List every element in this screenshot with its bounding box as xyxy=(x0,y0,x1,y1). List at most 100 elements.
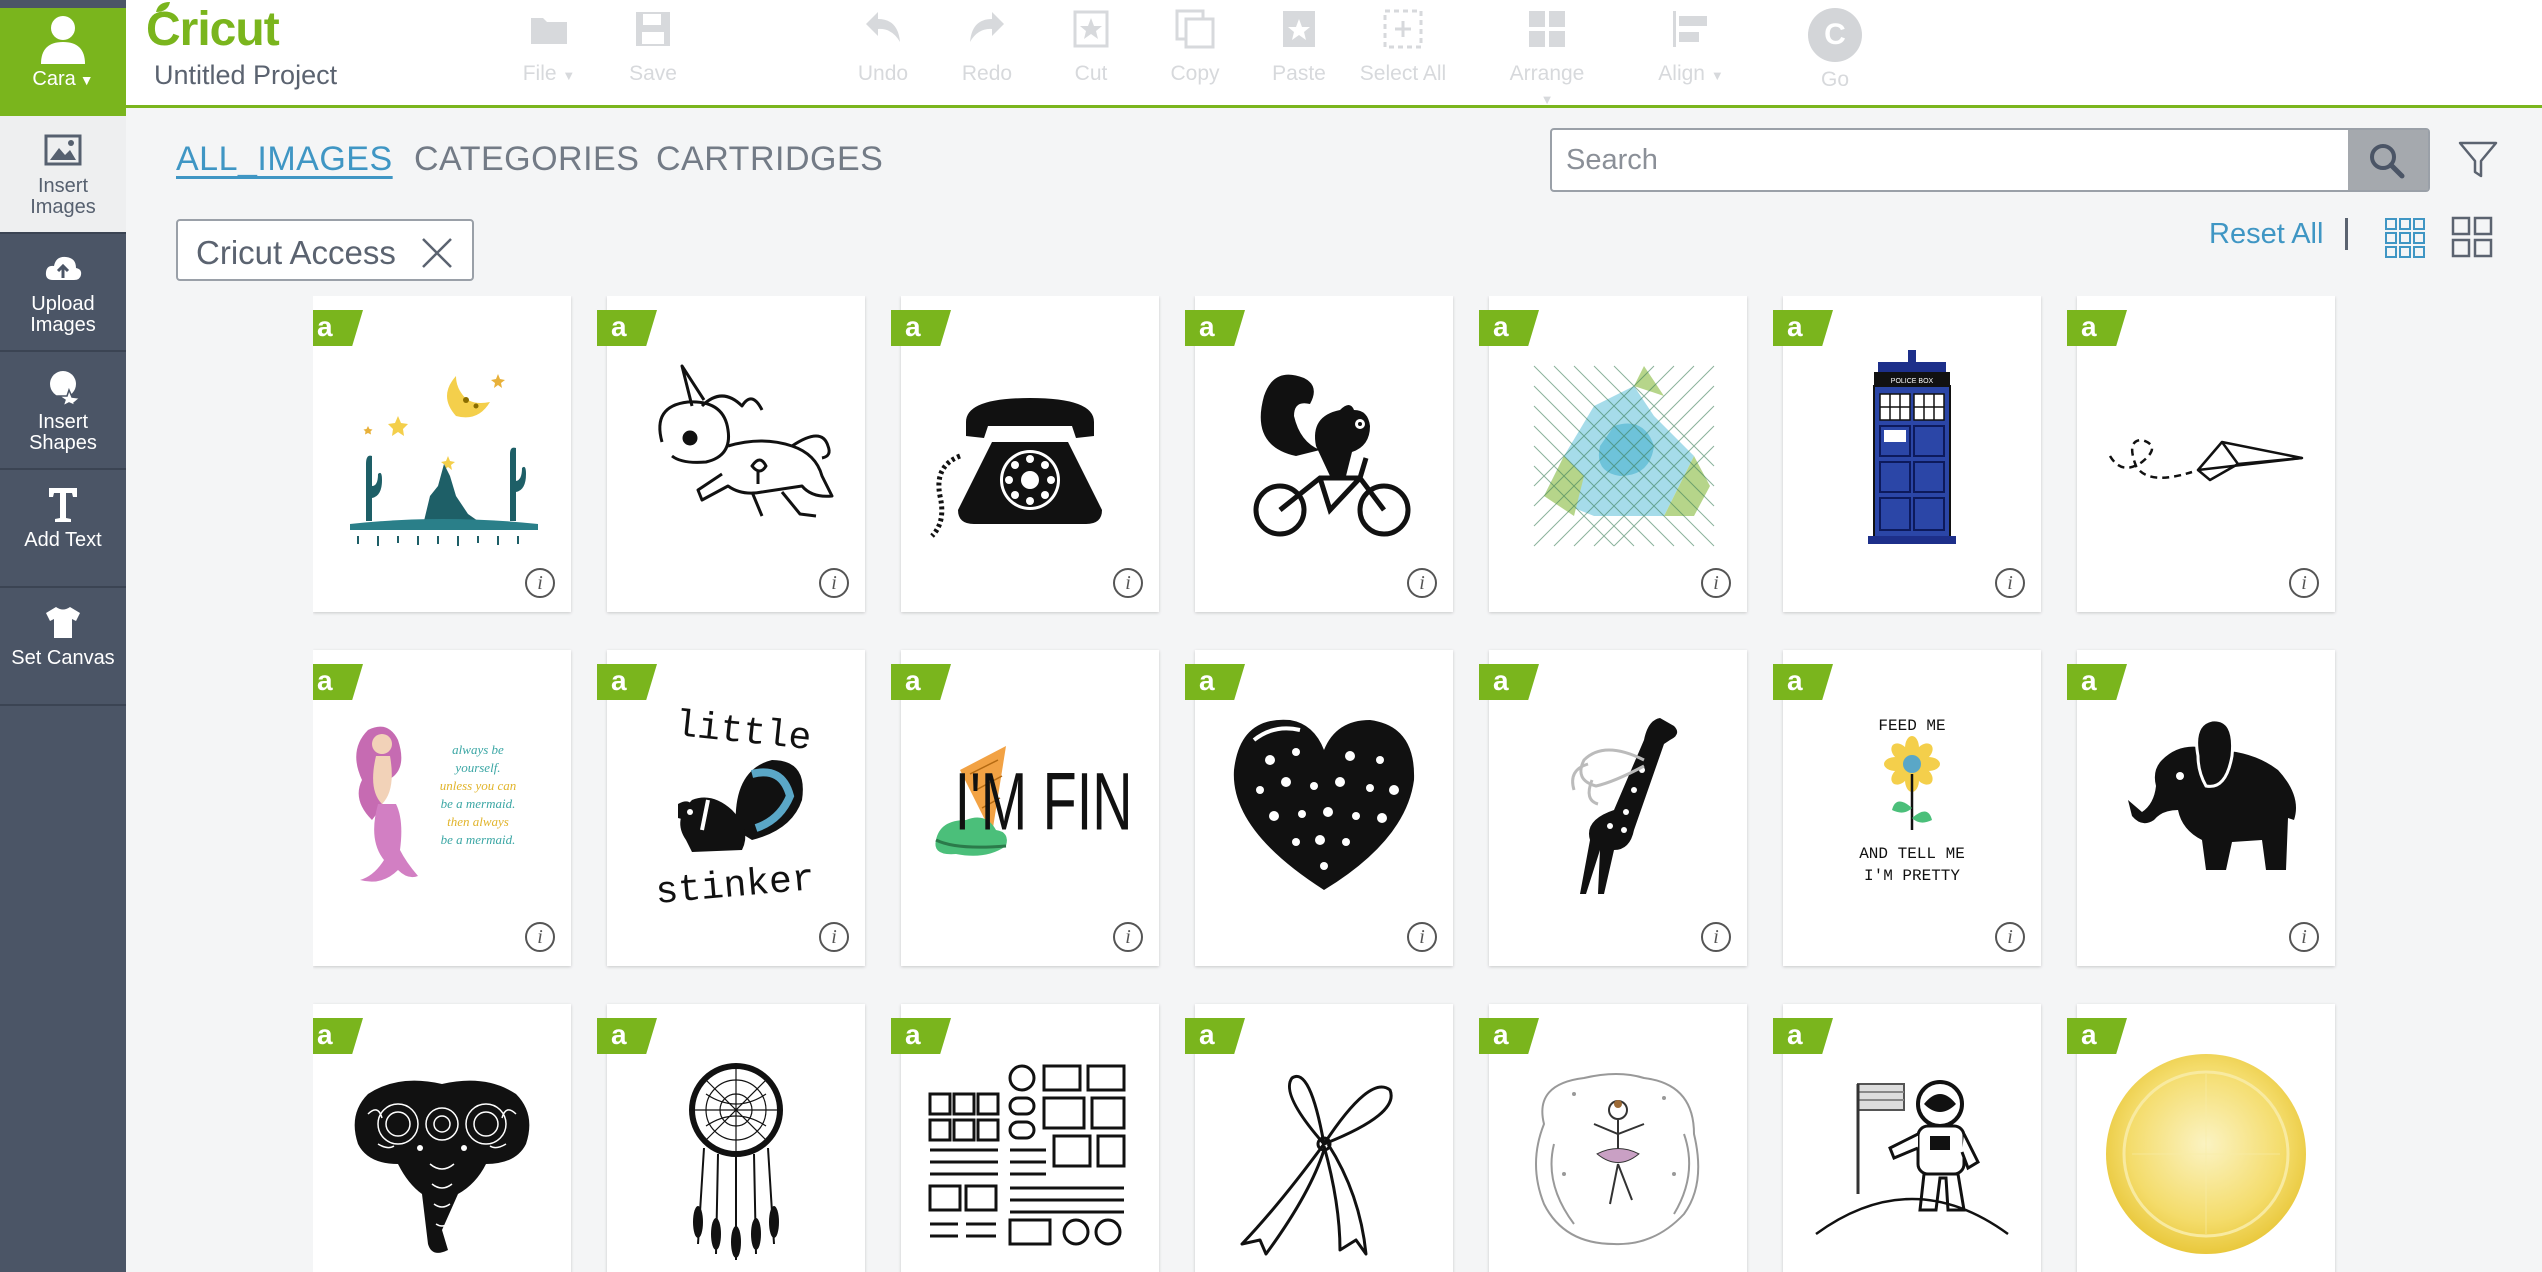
paste-button[interactable]: Paste xyxy=(1254,8,1344,86)
pretty-text: I'M PRETTY xyxy=(1864,867,1960,885)
filter-icon[interactable] xyxy=(2457,138,2499,182)
cricut-access-badge: a xyxy=(2067,1018,2127,1054)
image-card-police-box[interactable]: a POLICE BOX i xyxy=(1773,296,2041,612)
user-name: Cara xyxy=(32,68,76,90)
filter-chip: Cricut Access xyxy=(176,219,474,281)
image-card-paper-plane[interactable]: a i xyxy=(2067,296,2335,612)
file-label: File xyxy=(522,62,557,85)
logo-leaf-icon xyxy=(156,2,170,12)
golden-seal-image xyxy=(2106,1054,2306,1254)
go-button[interactable]: C Go xyxy=(1790,6,1880,92)
user-menu[interactable]: Cara ▼ xyxy=(0,8,126,116)
tshirt-icon xyxy=(46,607,80,638)
sidebar-item-insert-images[interactable]: Insert Images xyxy=(0,116,126,234)
divider xyxy=(2345,218,2348,250)
cut-button[interactable]: Cut xyxy=(1046,8,1136,86)
cricut-access-badge: a xyxy=(1773,1018,1833,1054)
search-box xyxy=(1550,128,2430,192)
image-card-squirrel-bike[interactable]: a i xyxy=(1185,296,1453,612)
save-button[interactable]: Save xyxy=(608,8,698,86)
cricut-access-badge: a xyxy=(313,664,363,700)
image-card-elephant[interactable]: a i xyxy=(2067,650,2335,966)
select-all-button[interactable]: Select All xyxy=(1358,8,1448,86)
info-icon[interactable]: i xyxy=(1407,568,1437,598)
grid-small-view-icon[interactable] xyxy=(2385,218,2425,258)
search-input[interactable] xyxy=(1552,130,2347,190)
cricut-access-badge: a xyxy=(2067,310,2127,346)
image-card-mandala-elephant[interactable]: a xyxy=(313,1004,571,1272)
close-icon[interactable] xyxy=(420,236,454,270)
grid-large-view-icon[interactable] xyxy=(2451,216,2493,258)
cloud-upload-icon xyxy=(45,256,82,280)
sidebar-item-insert-shapes[interactable]: Insert Shapes xyxy=(0,352,126,470)
image-card-unicorn[interactable]: a i xyxy=(597,296,865,612)
image-card-desert-coyote[interactable]: a i xyxy=(313,296,571,612)
arrange-button[interactable]: Arrange ▼ xyxy=(1502,8,1592,110)
sidebar-item-upload-images[interactable]: Upload Images xyxy=(0,234,126,352)
cricut-access-badge: a xyxy=(597,310,657,346)
info-icon[interactable]: i xyxy=(819,922,849,952)
image-card-golden-seal[interactable]: a xyxy=(2067,1004,2335,1272)
image-card-feed-me-flower[interactable]: a FEED ME AND TELL ME I'M PRETTY i xyxy=(1773,650,2041,966)
image-icon xyxy=(44,134,82,166)
redo-label: Redo xyxy=(961,62,1013,85)
paste-label: Paste xyxy=(1272,62,1326,85)
text-icon xyxy=(49,488,77,522)
info-icon[interactable]: i xyxy=(525,568,555,598)
info-icon[interactable]: i xyxy=(1113,568,1143,598)
align-label: Align xyxy=(1658,62,1705,85)
image-card-rotary-phone[interactable]: a i xyxy=(891,296,1159,612)
info-icon[interactable]: i xyxy=(1701,568,1731,598)
align-icon xyxy=(1673,11,1707,47)
feed-me-text: FEED ME xyxy=(1878,717,1945,735)
tab-cartridges[interactable]: CARTRIDGES xyxy=(656,140,883,179)
info-icon[interactable]: i xyxy=(2289,922,2319,952)
mermaid-image: always be yourself. unless you can be a … xyxy=(356,726,516,882)
align-button[interactable]: Align ▼ xyxy=(1646,8,1736,86)
project-title: Untitled Project xyxy=(154,60,338,90)
tab-all-images[interactable]: ALL_IMAGES xyxy=(176,140,393,179)
copy-button[interactable]: Copy xyxy=(1150,8,1240,86)
info-icon[interactable]: i xyxy=(525,922,555,952)
image-card-little-stinker[interactable]: a little stinker i xyxy=(597,650,865,966)
image-card-ballerina[interactable]: a xyxy=(1479,1004,1747,1272)
select-all-icon xyxy=(1383,9,1423,49)
image-card-bow[interactable]: a xyxy=(1185,1004,1453,1272)
go-icon: C xyxy=(1808,8,1862,62)
file-button[interactable]: File ▼ xyxy=(504,8,594,86)
info-icon[interactable]: i xyxy=(1113,922,1143,952)
paper-plane-image xyxy=(2108,438,2304,482)
cricut-access-badge: a xyxy=(1185,1018,1245,1054)
image-card-giraffe[interactable]: a i xyxy=(1479,650,1747,966)
image-card-astronaut[interactable]: a xyxy=(1773,1004,2041,1272)
info-icon[interactable]: i xyxy=(1701,922,1731,952)
cut-icon xyxy=(1073,10,1109,48)
redo-button[interactable]: Redo xyxy=(942,8,1032,86)
squirrel-bicycle-image xyxy=(1253,374,1411,537)
sidebar-item-add-text[interactable]: Add Text xyxy=(0,470,126,588)
top-toolbar: Cricut Untitled Project File ▼ Save Undo… xyxy=(126,0,2542,108)
image-card-cross-stitch-flower[interactable]: a i xyxy=(1479,296,1747,612)
info-icon[interactable]: i xyxy=(819,568,849,598)
info-icon[interactable]: i xyxy=(1407,922,1437,952)
cricut-access-badge: a xyxy=(597,664,657,700)
sidebar-item-set-canvas[interactable]: Set Canvas xyxy=(0,588,126,706)
info-icon[interactable]: i xyxy=(1995,568,2025,598)
stinker-text: stinker xyxy=(654,858,817,908)
undo-button[interactable]: Undo xyxy=(838,8,928,86)
cricut-access-badge: a xyxy=(1185,664,1245,700)
image-card-polka-heart[interactable]: a i xyxy=(1185,650,1453,966)
image-card-dreamcatcher[interactable]: a xyxy=(597,1004,865,1272)
search-button[interactable] xyxy=(2348,130,2428,190)
info-icon[interactable]: i xyxy=(2289,568,2319,598)
image-card-mermaid[interactable]: a always be yourself. unless you can be … xyxy=(313,650,571,966)
tab-categories[interactable]: CATEGORIES xyxy=(414,140,639,179)
rotary-phone-image xyxy=(930,398,1102,538)
cricut-access-badge: a xyxy=(313,1018,363,1054)
reset-all-link[interactable]: Reset All xyxy=(2209,218,2323,251)
info-icon[interactable]: i xyxy=(1995,922,2025,952)
image-card-shapes-pattern[interactable]: a xyxy=(891,1004,1159,1272)
image-card-im-fine[interactable]: a I'M FINE i xyxy=(891,650,1159,966)
cricut-access-badge: a xyxy=(2067,664,2127,700)
undo-label: Undo xyxy=(857,62,909,85)
